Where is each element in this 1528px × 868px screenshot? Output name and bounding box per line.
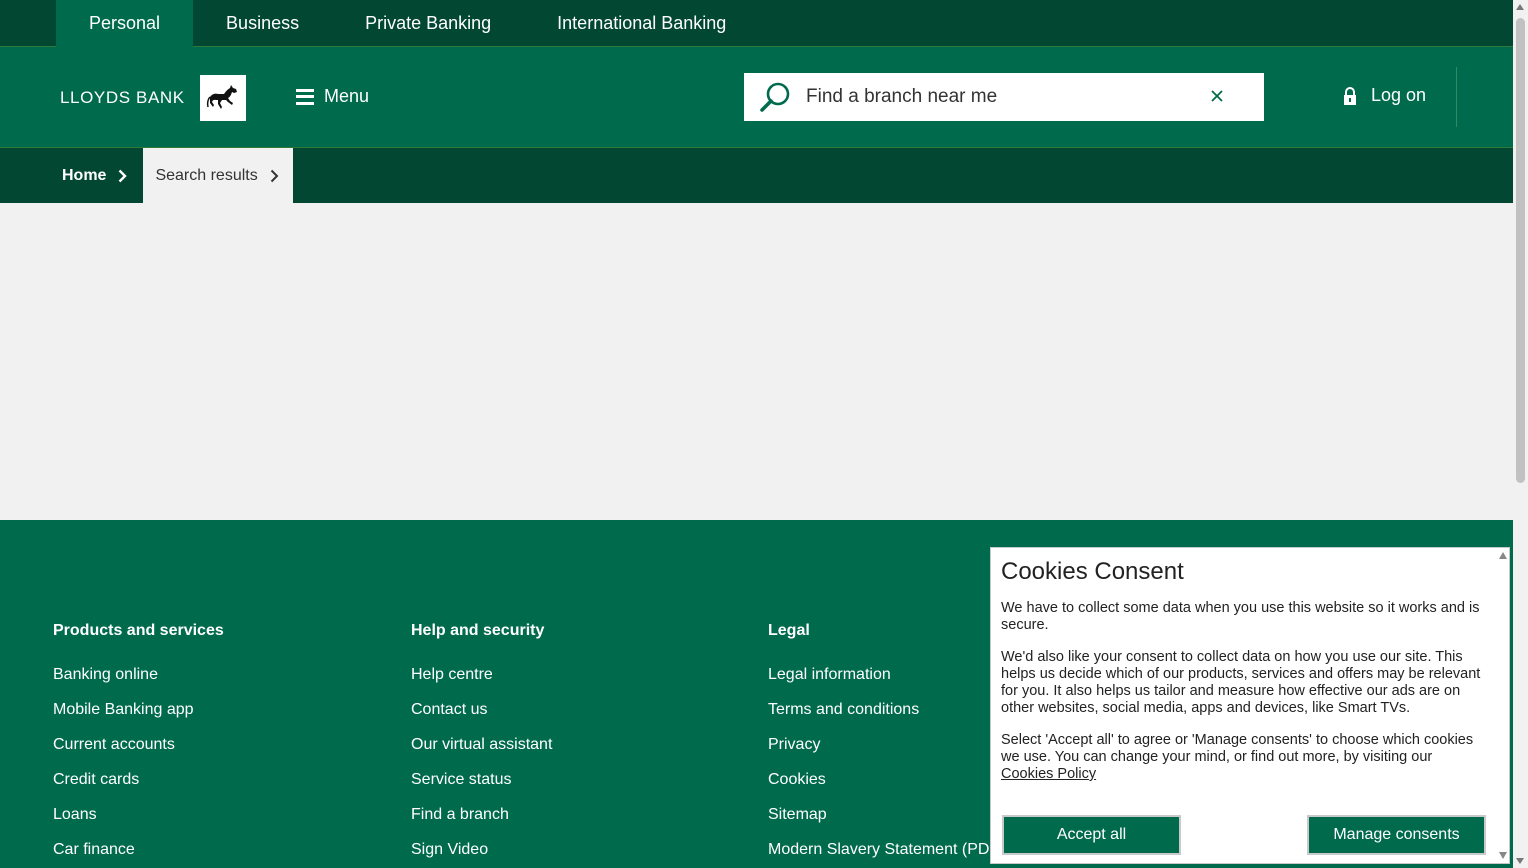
- footer-column-products: Products and services Banking online Mob…: [53, 622, 224, 868]
- footer-link[interactable]: Sitemap: [768, 806, 989, 841]
- menu-button[interactable]: Menu: [296, 86, 369, 107]
- footer-link[interactable]: Our virtual assistant: [411, 736, 552, 771]
- footer-link[interactable]: Sign Video: [411, 841, 552, 868]
- brand-logo[interactable]: LLOYDS BANK: [60, 75, 246, 121]
- breadcrumb: Home Search results: [0, 148, 1513, 203]
- footer-link[interactable]: Current accounts: [53, 736, 224, 771]
- breadcrumb-home-label: Home: [62, 166, 107, 184]
- footer-link[interactable]: Credit cards: [53, 771, 224, 806]
- footer-link[interactable]: Terms and conditions: [768, 701, 989, 736]
- footer-link[interactable]: Banking online: [53, 666, 224, 701]
- accept-all-button[interactable]: Accept all: [1002, 815, 1181, 855]
- search-icon[interactable]: [758, 80, 792, 114]
- segment-tab-private-banking[interactable]: Private Banking: [332, 0, 524, 47]
- menu-label: Menu: [324, 86, 370, 106]
- segment-tab-international-banking[interactable]: International Banking: [524, 0, 759, 47]
- footer-link[interactable]: Modern Slavery Statement (PD: [768, 841, 989, 868]
- scroll-down-icon[interactable]: [1516, 858, 1524, 864]
- brand-name: LLOYDS BANK: [60, 88, 185, 107]
- breadcrumb-search-results-label: Search results: [155, 166, 258, 184]
- cookie-text-2: We'd also like your consent to collect d…: [1001, 649, 1481, 716]
- footer-heading: Help and security: [411, 622, 545, 639]
- hamburger-icon: [296, 88, 314, 105]
- main-content: [0, 203, 1513, 519]
- footer-column-legal: Legal Legal information Terms and condit…: [768, 622, 989, 868]
- footer-link[interactable]: Loans: [53, 806, 224, 841]
- footer-column-help: Help and security Help centre Contact us…: [411, 622, 552, 868]
- search-box: [744, 73, 1264, 121]
- breadcrumb-home[interactable]: Home: [46, 148, 143, 203]
- footer-link[interactable]: Legal information: [768, 666, 989, 701]
- segment-tab-personal[interactable]: Personal: [56, 0, 194, 47]
- footer-link[interactable]: Service status: [411, 771, 552, 806]
- footer-link[interactable]: Contact us: [411, 701, 552, 736]
- black-horse-icon: [199, 75, 246, 121]
- cookie-dialog-title: Cookies Consent: [1001, 558, 1184, 585]
- footer-heading: Legal: [768, 622, 810, 639]
- chevron-right-icon: [119, 169, 128, 182]
- log-on-button[interactable]: Log on: [1343, 85, 1426, 106]
- lock-icon: [1344, 86, 1356, 105]
- close-icon[interactable]: [1210, 89, 1224, 103]
- chevron-right-icon: [270, 169, 279, 182]
- scrollbar-thumb[interactable]: [1516, 18, 1525, 483]
- cookie-text-3: Select 'Accept all' to agree or 'Manage …: [1001, 732, 1485, 783]
- segment-nav: Personal Business Private Banking Intern…: [0, 0, 1513, 47]
- footer-link[interactable]: Find a branch: [411, 806, 552, 841]
- footer-link[interactable]: Help centre: [411, 666, 552, 701]
- page: Personal Business Private Banking Intern…: [0, 0, 1513, 868]
- search-input[interactable]: [806, 86, 1186, 108]
- footer-link[interactable]: Mobile Banking app: [53, 701, 224, 736]
- cookies-policy-link[interactable]: Cookies Policy: [1001, 766, 1096, 782]
- log-on-label: Log on: [1371, 85, 1427, 105]
- page-scrollbar[interactable]: [1513, 0, 1528, 868]
- cookie-consent-dialog: Cookies Consent We have to collect some …: [990, 547, 1510, 864]
- footer-heading: Products and services: [53, 622, 224, 639]
- breadcrumb-search-results[interactable]: Search results: [143, 148, 293, 203]
- dialog-scroll-down-icon[interactable]: [1499, 852, 1507, 859]
- scroll-up-icon[interactable]: [1516, 4, 1524, 10]
- footer-link[interactable]: Privacy: [768, 736, 989, 771]
- cookie-buttons: Accept all Manage consents: [1002, 815, 1486, 855]
- header-divider: [1456, 67, 1457, 127]
- cookie-text-1: We have to collect some data when you us…: [1001, 600, 1480, 633]
- footer-link[interactable]: Cookies: [768, 771, 989, 806]
- site-header: LLOYDS BANK Menu Find a branch near me L…: [0, 47, 1513, 148]
- footer-link[interactable]: Car finance: [53, 841, 224, 868]
- manage-consents-button[interactable]: Manage consents: [1307, 815, 1486, 855]
- segment-tab-business[interactable]: Business: [193, 0, 332, 47]
- cookie-text-3-body: Select 'Accept all' to agree or 'Manage …: [1001, 732, 1474, 765]
- dialog-scroll-up-icon[interactable]: [1499, 552, 1507, 559]
